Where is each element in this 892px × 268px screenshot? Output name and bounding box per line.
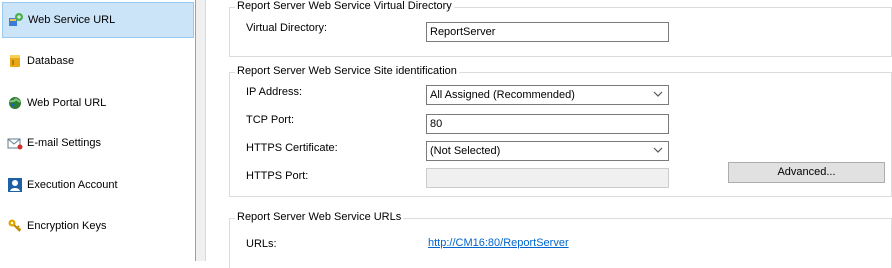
ip-address-select[interactable]: All Assigned (Recommended) (426, 85, 669, 105)
sidebar-item-web-portal-url[interactable]: Web Portal URL (2, 85, 194, 121)
web-service-icon (8, 12, 24, 28)
virtual-directory-group: Report Server Web Service Virtual Direct… (229, 0, 892, 57)
https-port-input[interactable] (426, 168, 669, 188)
sidebar-item-label: E-mail Settings (27, 137, 101, 149)
urls-group-title: Report Server Web Service URLs (235, 211, 404, 223)
sidebar-item-label: Database (27, 55, 75, 67)
https-certificate-value: (Not Selected) (430, 145, 501, 157)
urls-label: URLs: (246, 238, 277, 250)
sidebar: Web Service URL Database Web Portal URL (0, 0, 196, 261)
sidebar-item-database[interactable]: Database (2, 43, 194, 79)
key-icon (7, 218, 23, 234)
sidebar-item-web-service-url[interactable]: Web Service URL (2, 2, 194, 38)
ip-address-value: All Assigned (Recommended) (430, 89, 575, 101)
virtual-directory-label: Virtual Directory: (246, 22, 328, 34)
ip-address-label: IP Address: (246, 86, 303, 98)
database-icon (7, 53, 23, 69)
sidebar-item-label: Encryption Keys (27, 220, 107, 232)
chevron-down-icon (653, 145, 663, 155)
globe-icon (7, 95, 23, 111)
https-port-label: HTTPS Port: (246, 170, 309, 182)
sidebar-item-label: Execution Account (27, 179, 118, 191)
tcp-port-input[interactable]: 80 (426, 114, 669, 134)
site-identification-group-title: Report Server Web Service Site identific… (235, 65, 459, 77)
virtual-directory-input[interactable]: ReportServer (426, 22, 669, 42)
chevron-down-icon (653, 89, 663, 99)
tcp-port-label: TCP Port: (246, 114, 295, 126)
https-certificate-select[interactable]: (Not Selected) (426, 141, 669, 161)
sidebar-item-execution-account[interactable]: Execution Account (2, 167, 194, 203)
https-certificate-label: HTTPS Certificate: (246, 142, 338, 154)
virtual-directory-group-title: Report Server Web Service Virtual Direct… (235, 0, 454, 12)
site-identification-group: Report Server Web Service Site identific… (229, 65, 892, 197)
sidebar-item-label: Web Service URL (28, 14, 116, 26)
user-account-icon (7, 177, 23, 193)
advanced-button[interactable]: Advanced... (728, 162, 885, 183)
report-server-url-link[interactable]: http://CM16:80/ReportServer (428, 237, 569, 249)
email-icon (7, 135, 23, 151)
sidebar-splitter[interactable] (196, 0, 206, 261)
sidebar-item-partial (2, 250, 194, 261)
sidebar-item-encryption-keys[interactable]: Encryption Keys (2, 208, 194, 244)
sidebar-item-email-settings[interactable]: E-mail Settings (2, 125, 194, 161)
sidebar-item-label: Web Portal URL (27, 97, 107, 109)
